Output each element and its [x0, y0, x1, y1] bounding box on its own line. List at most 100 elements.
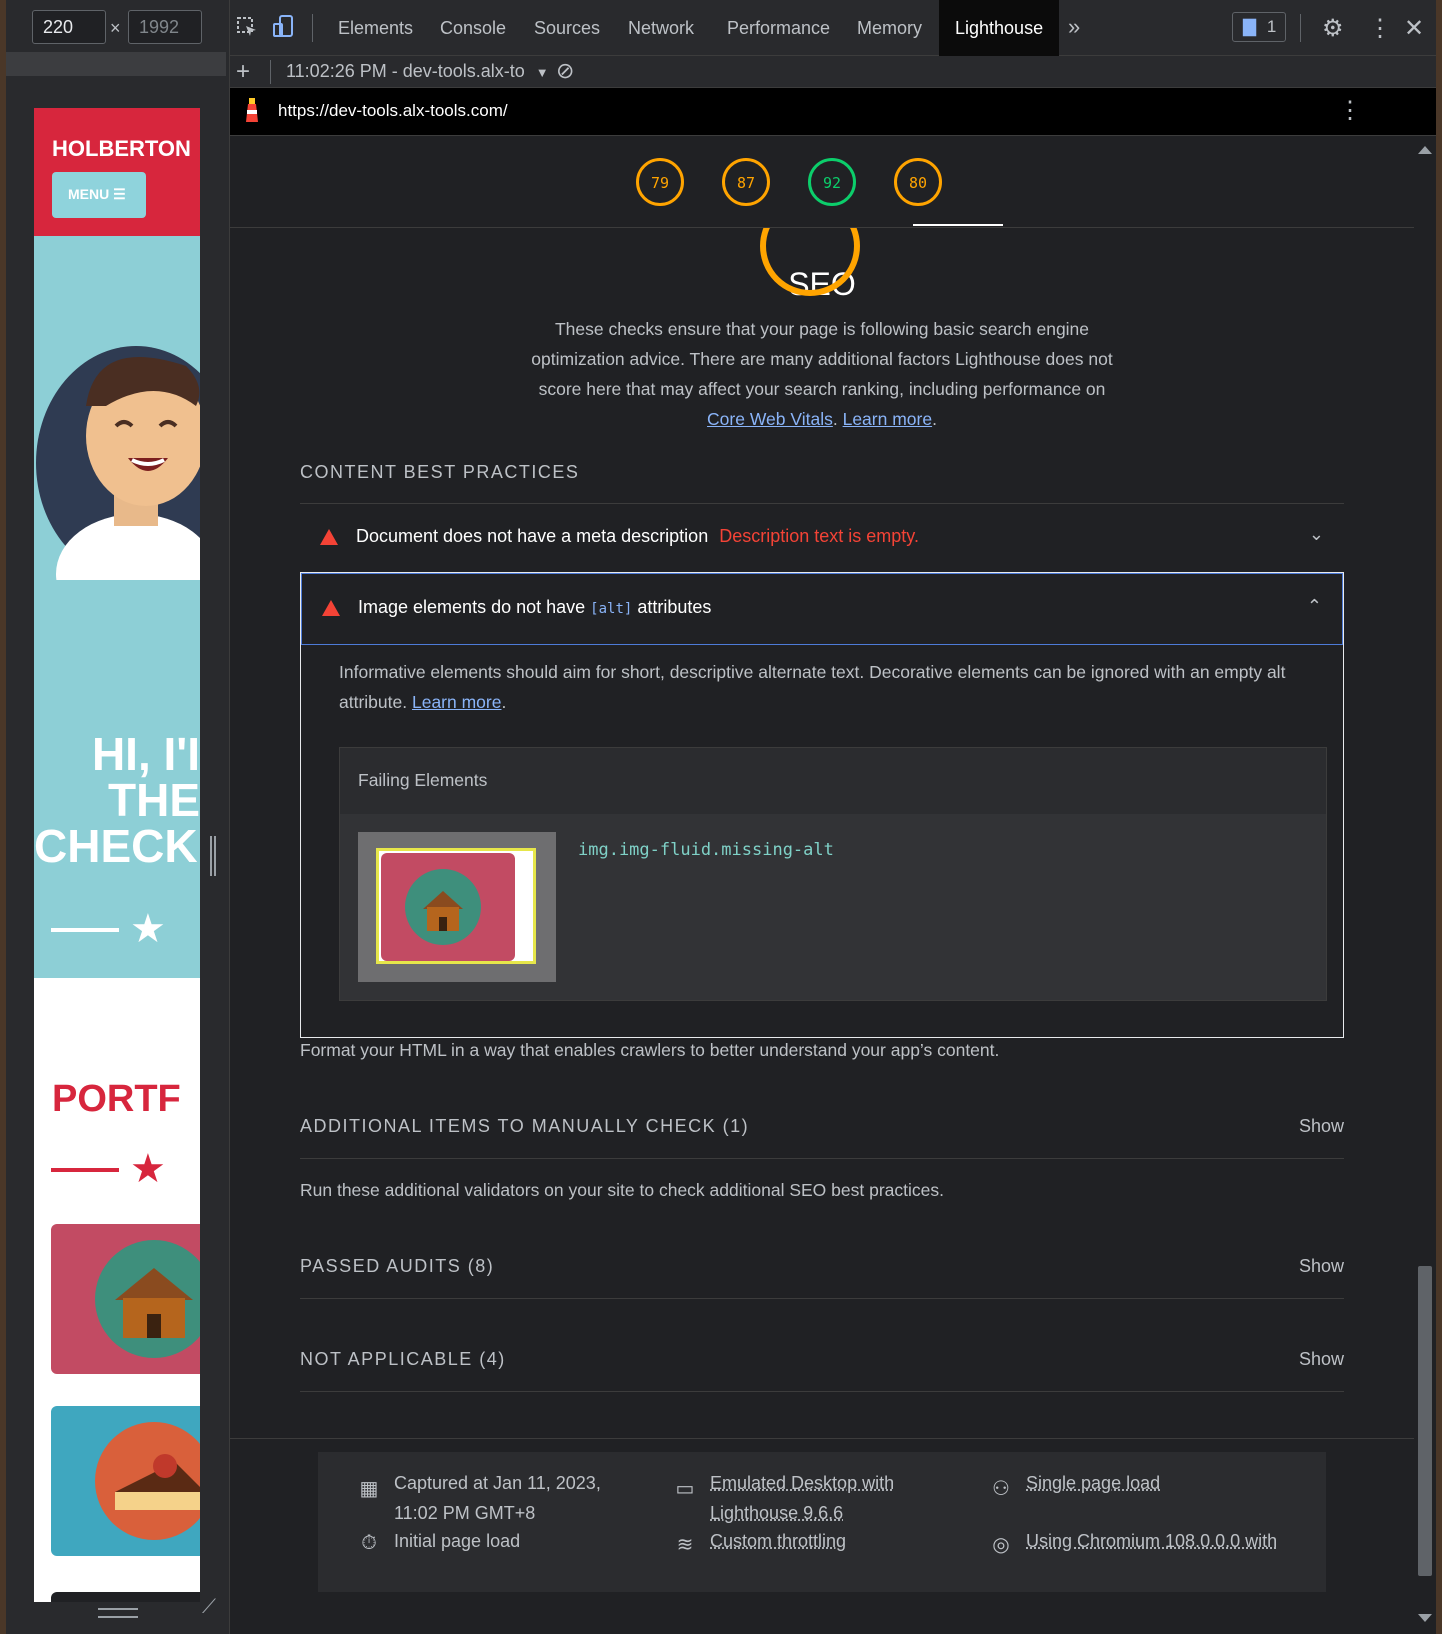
single-page-load[interactable]: Single page load [1026, 1468, 1160, 1498]
tab-console[interactable]: Console [440, 0, 506, 56]
divider [300, 1391, 1344, 1392]
divider [230, 1438, 1414, 1439]
score-gauges: 79 87 92 80 [230, 136, 1414, 228]
chromium-text: Using Chromium 108.0.0.0 with [1026, 1531, 1278, 1551]
close-icon[interactable]: ✕ [1404, 14, 1424, 43]
chevron-up-icon: ⌃ [1306, 596, 1322, 616]
audit-image-alt-expanded: Image elements do not have [alt] attribu… [300, 572, 1344, 1038]
element-selector[interactable]: img.img-fluid.missing-alt [578, 840, 834, 860]
captured-line-1: Captured at Jan 11, 2023, [394, 1473, 601, 1493]
runtime-settings-footer: ▦ Captured at Jan 11, 2023, 11:02 PM GMT… [318, 1452, 1326, 1592]
gauge-accessibility[interactable]: 87 [722, 158, 770, 206]
hero-line-2: THE [108, 774, 200, 826]
group-description: Format your HTML in a way that enables c… [300, 1040, 1000, 1060]
category-description-text: These checks ensure that your page is fo… [531, 319, 1113, 399]
tab-memory[interactable]: Memory [857, 0, 922, 56]
punct: . [501, 692, 507, 712]
toolbar-separator [312, 14, 313, 42]
clear-report-icon[interactable]: ⊘ [556, 58, 574, 84]
portfolio-card-dark[interactable] [51, 1592, 200, 1602]
viewport-bottom-handle[interactable] [98, 1608, 138, 1618]
element-highlight [376, 848, 536, 964]
issues-count: 1 [1266, 17, 1277, 36]
hero-divider [51, 928, 119, 932]
more-tabs-icon[interactable]: » [1068, 14, 1080, 40]
site-header: HOLBERTON MENU ☰ [34, 108, 200, 236]
group-passed-audits[interactable]: PASSED AUDITS (8) [300, 1256, 494, 1277]
tab-elements[interactable]: Elements [338, 0, 413, 56]
category-description: These checks ensure that your page is fo… [510, 314, 1134, 434]
report-selector[interactable]: 11:02:26 PM - dev-tools.alx-to ▼ [286, 61, 549, 82]
tab-network[interactable]: Network [628, 0, 694, 56]
tab-sources[interactable]: Sources [534, 0, 600, 56]
audit-title: Document does not have a meta descriptio… [356, 526, 919, 547]
audit-title-text: Image elements do not have [358, 597, 586, 617]
gauge-performance[interactable]: 79 [636, 158, 684, 206]
site-brand[interactable]: HOLBERTON [52, 136, 191, 162]
corner-resize-icon[interactable]: ⟋ [202, 1596, 216, 1619]
kebab-menu-icon[interactable]: ⋮ [1368, 14, 1392, 43]
issues-badge[interactable]: ▇ 1 [1232, 12, 1286, 42]
dropdown-caret-icon: ▼ [535, 65, 549, 80]
viewport-height-input[interactable]: 1992 [128, 10, 202, 44]
captured-at: Captured at Jan 11, 2023, 11:02 PM GMT+8 [394, 1468, 601, 1528]
report-url[interactable]: https://dev-tools.alx-tools.com/ [278, 101, 508, 121]
portfolio-divider [51, 1168, 119, 1172]
gauge-score: 92 [822, 174, 842, 192]
viewport-width-input[interactable]: 220 [32, 10, 106, 44]
learn-more-link[interactable]: Learn more [843, 409, 933, 429]
gauge-seo[interactable]: 80 [894, 158, 942, 206]
group-manual-check[interactable]: ADDITIONAL ITEMS TO MANUALLY CHECK (1) [300, 1116, 749, 1137]
portfolio-card-cabin[interactable] [51, 1224, 200, 1374]
lighthouse-toolbar: + 11:02:26 PM - dev-tools.alx-to ▼ ⊘ [230, 56, 1436, 88]
table-header: Failing Elements [358, 770, 488, 790]
gauge-score: 80 [908, 174, 928, 192]
tab-performance[interactable]: Performance [727, 0, 830, 56]
captured-line-2: 11:02 PM GMT+8 [394, 1503, 536, 1523]
star-icon: ★ [130, 1147, 166, 1191]
device-toolbar-icon[interactable] [272, 14, 296, 46]
core-web-vitals-link[interactable]: Core Web Vitals [707, 409, 833, 429]
tab-lighthouse[interactable]: Lighthouse [939, 0, 1060, 56]
inspect-element-icon[interactable] [236, 16, 258, 44]
punct: . [932, 409, 937, 429]
toolbar-separator [1300, 14, 1301, 42]
show-not-applicable-button[interactable]: Show [1299, 1349, 1344, 1370]
toolbar-separator [270, 60, 271, 84]
initial-page-load: Initial page load [394, 1531, 521, 1551]
message-icon: ▇ [1243, 17, 1257, 36]
settings-gear-icon[interactable]: ⚙ [1322, 14, 1344, 43]
learn-more-link[interactable]: Learn more [412, 692, 502, 712]
audit-title: Image elements do not have [alt] attribu… [358, 597, 711, 618]
fail-triangle-icon [320, 529, 338, 545]
chromium-icon: ◎ [992, 1534, 1010, 1556]
emulated-desktop[interactable]: Emulated Desktop with Lighthouse 9.6.6 [710, 1468, 894, 1528]
table-row[interactable]: img.img-fluid.missing-alt [340, 814, 1326, 1000]
audit-description: Informative elements should aim for shor… [339, 657, 1319, 717]
calendar-icon: ▦ [359, 1478, 379, 1500]
new-report-plus-icon[interactable]: + [236, 58, 250, 86]
audit-image-alt[interactable]: Image elements do not have [alt] attribu… [301, 573, 1343, 645]
report-url-bar: https://dev-tools.alx-tools.com/ ⋮ [230, 88, 1436, 136]
show-manual-button[interactable]: Show [1299, 1116, 1344, 1137]
report-time: 11:02:26 PM - dev-tools.alx-to [286, 61, 525, 81]
custom-throttling[interactable]: Custom throttling [710, 1526, 846, 1556]
portfolio-card-cake[interactable] [51, 1406, 200, 1556]
chromium-version[interactable]: Using Chromium 108.0.0.0 with [1026, 1526, 1277, 1556]
gauge-best-practices[interactable]: 92 [808, 158, 856, 206]
fail-triangle-icon [322, 600, 340, 616]
divider [300, 1158, 1344, 1159]
scroll-thumb[interactable] [1418, 1266, 1432, 1576]
site-menu-button[interactable]: MENU ☰ [52, 172, 146, 218]
group-not-applicable[interactable]: NOT APPLICABLE (4) [300, 1349, 506, 1370]
audit-title-code: [alt] [590, 601, 633, 617]
report-menu-icon[interactable]: ⋮ [1338, 96, 1362, 125]
wifi-icon: ≋ [676, 1534, 694, 1556]
report-scrollbar[interactable] [1414, 136, 1436, 1634]
avatar-illustration [36, 346, 200, 634]
scroll-up-arrow[interactable] [1418, 146, 1432, 154]
audit-meta-description[interactable]: Document does not have a meta descriptio… [300, 504, 1344, 574]
viewport-resize-handle[interactable] [210, 836, 216, 876]
scroll-down-arrow[interactable] [1418, 1614, 1432, 1622]
show-passed-button[interactable]: Show [1299, 1256, 1344, 1277]
